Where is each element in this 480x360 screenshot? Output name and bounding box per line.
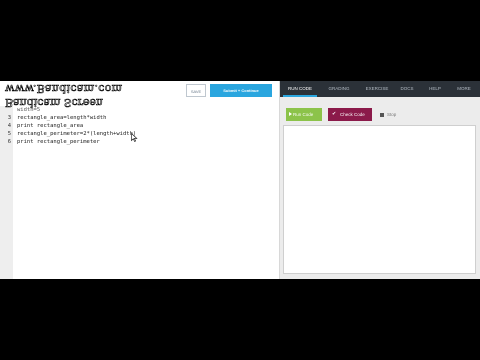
- app-window: SAVE Submit + Continue width=5 3 rectang…: [0, 81, 480, 279]
- code-editor[interactable]: SAVE Submit + Continue width=5 3 rectang…: [0, 81, 280, 279]
- output-console: [283, 125, 476, 274]
- code-line[interactable]: rectangle_area=length*width: [17, 115, 106, 121]
- tab-run-code[interactable]: RUN CODE: [283, 81, 317, 97]
- code-line[interactable]: print rectangle_perimeter: [17, 139, 100, 145]
- watermark-title: Bandicam Screen: [5, 96, 104, 110]
- tab-more[interactable]: MORE: [452, 81, 476, 97]
- line-number: 3: [7, 115, 11, 121]
- check-code-button[interactable]: ✔ Check Code: [328, 108, 372, 121]
- run-code-button[interactable]: Run Code: [286, 108, 322, 121]
- stop-label: Stop: [387, 112, 397, 117]
- tab-grading[interactable]: GRADING: [322, 81, 356, 97]
- stop-icon: [380, 112, 384, 117]
- save-button[interactable]: SAVE: [186, 84, 206, 97]
- check-code-label: Check Code: [340, 112, 365, 117]
- tab-exercise[interactable]: EXERCISE: [360, 81, 394, 97]
- submit-continue-button[interactable]: Submit + Continue: [210, 84, 272, 97]
- right-panel: RUN CODE GRADING EXERCISE DOCS HELP MORE…: [280, 81, 480, 279]
- code-line[interactable]: rectangle_perimeter=2*(length+width): [17, 131, 136, 137]
- run-code-label: Run Code: [293, 112, 314, 117]
- watermark-url: www.Bandicam.com: [5, 82, 123, 96]
- tab-docs[interactable]: DOCS: [396, 81, 418, 97]
- code-line[interactable]: print rectangle_area: [17, 123, 83, 129]
- line-number: 6: [7, 139, 11, 145]
- stop-button[interactable]: Stop: [380, 108, 396, 121]
- checkmark-icon: ✔: [332, 111, 337, 117]
- panel-tabs: RUN CODE GRADING EXERCISE DOCS HELP MORE: [280, 81, 480, 97]
- tab-help[interactable]: HELP: [425, 81, 445, 97]
- bandicam-watermark: www.Bandicam.com Bandicam Screen: [5, 82, 150, 110]
- line-number: 4: [7, 123, 11, 129]
- mouse-cursor-icon: [131, 133, 138, 142]
- line-number: 5: [7, 131, 11, 137]
